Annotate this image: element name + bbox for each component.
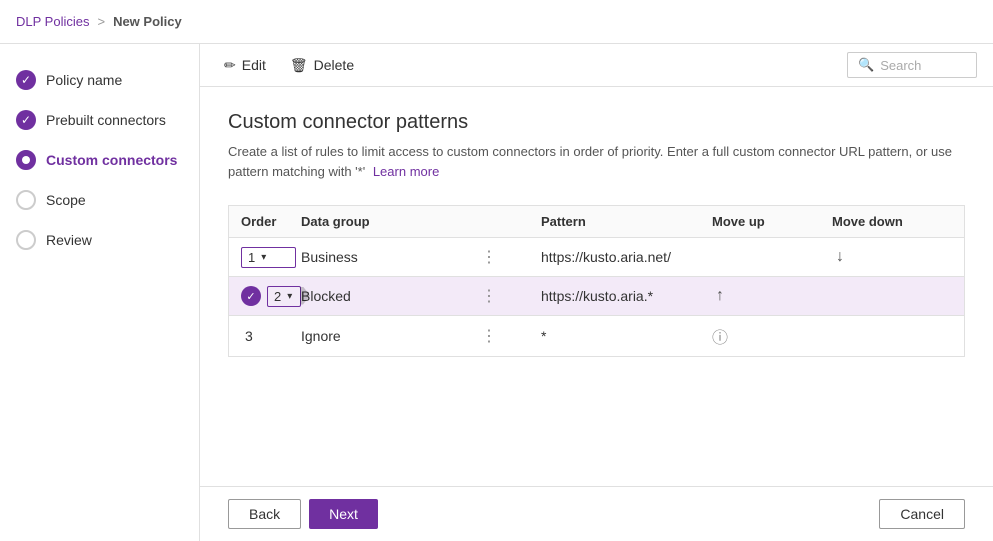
sidebar-item-policy-name[interactable]: ✓ Policy name xyxy=(0,60,199,100)
edit-icon: ✏ xyxy=(224,57,236,74)
breadcrumb-parent[interactable]: DLP Policies xyxy=(16,14,89,29)
delete-label: Delete xyxy=(314,57,354,73)
sidebar-label-scope: Scope xyxy=(46,192,86,208)
row1-datagroup: Business xyxy=(301,249,481,265)
top-bar: DLP Policies > New Policy xyxy=(0,0,993,44)
row2-pattern: https://kusto.aria.* xyxy=(541,288,712,304)
sidebar-item-review[interactable]: Review xyxy=(0,220,199,260)
back-button[interactable]: Back xyxy=(228,499,301,529)
radio-icon-custom xyxy=(16,150,36,170)
row1-ellipsis[interactable]: ⋮ xyxy=(481,247,541,267)
col-header-order: Order xyxy=(241,214,301,229)
footer: Back Next Cancel xyxy=(200,486,993,541)
sidebar-label-policy-name: Policy name xyxy=(46,72,122,88)
page-desc-text: Create a list of rules to limit access t… xyxy=(228,144,952,179)
empty-icon-scope xyxy=(16,190,36,210)
delete-icon: 🗑 xyxy=(290,57,308,74)
radio-inner xyxy=(22,156,30,164)
patterns-table: Order Data group Pattern Move up Move do… xyxy=(228,205,965,357)
search-icon: 🔍 xyxy=(858,57,874,73)
table-row: 3 Ignore ⋮ * ⓘ xyxy=(229,316,964,356)
row3-ellipsis[interactable]: ⋮ xyxy=(481,326,541,346)
row3-datagroup: Ignore xyxy=(301,328,481,344)
col-header-pattern: Pattern xyxy=(541,214,712,229)
toolbar: ✏ Edit 🗑 Delete 🔍 Search xyxy=(200,44,993,87)
row3-moveup-info[interactable]: ⓘ xyxy=(712,324,832,348)
row2-order-area: ✓ 2 ▾ xyxy=(241,286,301,307)
main-content: ✏ Edit 🗑 Delete 🔍 Search Custom connecto… xyxy=(200,44,993,541)
row2-datagroup: Blocked xyxy=(301,288,481,304)
row1-order: 1 ▾ xyxy=(241,247,301,268)
row1-pattern: https://kusto.aria.net/ xyxy=(541,249,712,265)
next-button[interactable]: Next xyxy=(309,499,378,529)
move-down-button-1[interactable]: ↓ xyxy=(832,246,848,268)
learn-more-link[interactable]: Learn more xyxy=(373,164,439,179)
breadcrumb-current: New Policy xyxy=(113,14,182,29)
breadcrumb-sep: > xyxy=(97,14,105,29)
breadcrumb: DLP Policies > New Policy xyxy=(16,14,182,29)
order-select-1[interactable]: 1 ▾ xyxy=(241,247,296,268)
page-description: Create a list of rules to limit access t… xyxy=(228,142,965,181)
table-row: ✓ 2 ▾ Blocked ⋮ https://kusto.aria.* ↑ xyxy=(229,277,964,316)
content-area: Custom connector patterns Create a list … xyxy=(200,87,993,486)
row3-order: 3 xyxy=(241,328,301,344)
page-title: Custom connector patterns xyxy=(228,111,965,134)
search-placeholder: Search xyxy=(880,58,921,73)
info-icon-row3[interactable]: ⓘ xyxy=(712,330,728,347)
sidebar: ✓ Policy name ✓ Prebuilt connectors Cust… xyxy=(0,44,200,541)
sidebar-label-custom: Custom connectors xyxy=(46,152,177,168)
sidebar-item-scope[interactable]: Scope xyxy=(0,180,199,220)
sidebar-item-custom-connectors[interactable]: Custom connectors xyxy=(0,140,199,180)
table-header: Order Data group Pattern Move up Move do… xyxy=(229,206,964,238)
order-value-1: 1 xyxy=(248,250,255,265)
row3-pattern: * xyxy=(541,328,712,344)
edit-button[interactable]: ✏ Edit xyxy=(216,53,274,78)
sidebar-label-review: Review xyxy=(46,232,92,248)
row1-movedown[interactable]: ↓ xyxy=(832,246,952,268)
table-row: 1 ▾ Business ⋮ https://kusto.aria.net/ ↓ xyxy=(229,238,964,277)
footer-left: Back Next xyxy=(228,499,378,529)
edit-label: Edit xyxy=(242,57,266,73)
sidebar-label-prebuilt: Prebuilt connectors xyxy=(46,112,166,128)
empty-icon-review xyxy=(16,230,36,250)
move-up-button-2[interactable]: ↑ xyxy=(712,285,728,307)
row2-moveup[interactable]: ↑ xyxy=(712,285,832,307)
col-header-datagroup: Data group xyxy=(301,214,481,229)
row2-ellipsis[interactable]: ⋮ xyxy=(481,286,541,306)
col-header-moveup: Move up xyxy=(712,214,832,229)
row2-check-icon: ✓ xyxy=(241,286,261,306)
col-header-movedown: Move down xyxy=(832,214,952,229)
cancel-button[interactable]: Cancel xyxy=(879,499,965,529)
order-value-2: 2 xyxy=(274,289,281,304)
order-select-2[interactable]: 2 ▾ xyxy=(267,286,301,307)
check-icon-policy-name: ✓ xyxy=(16,70,36,90)
chevron-down-icon: ▾ xyxy=(261,252,266,263)
chevron-down-icon-2: ▾ xyxy=(287,291,292,302)
sidebar-item-prebuilt-connectors[interactable]: ✓ Prebuilt connectors xyxy=(0,100,199,140)
delete-button[interactable]: 🗑 Delete xyxy=(282,53,362,78)
check-icon-prebuilt: ✓ xyxy=(16,110,36,130)
search-box[interactable]: 🔍 Search xyxy=(847,52,977,78)
